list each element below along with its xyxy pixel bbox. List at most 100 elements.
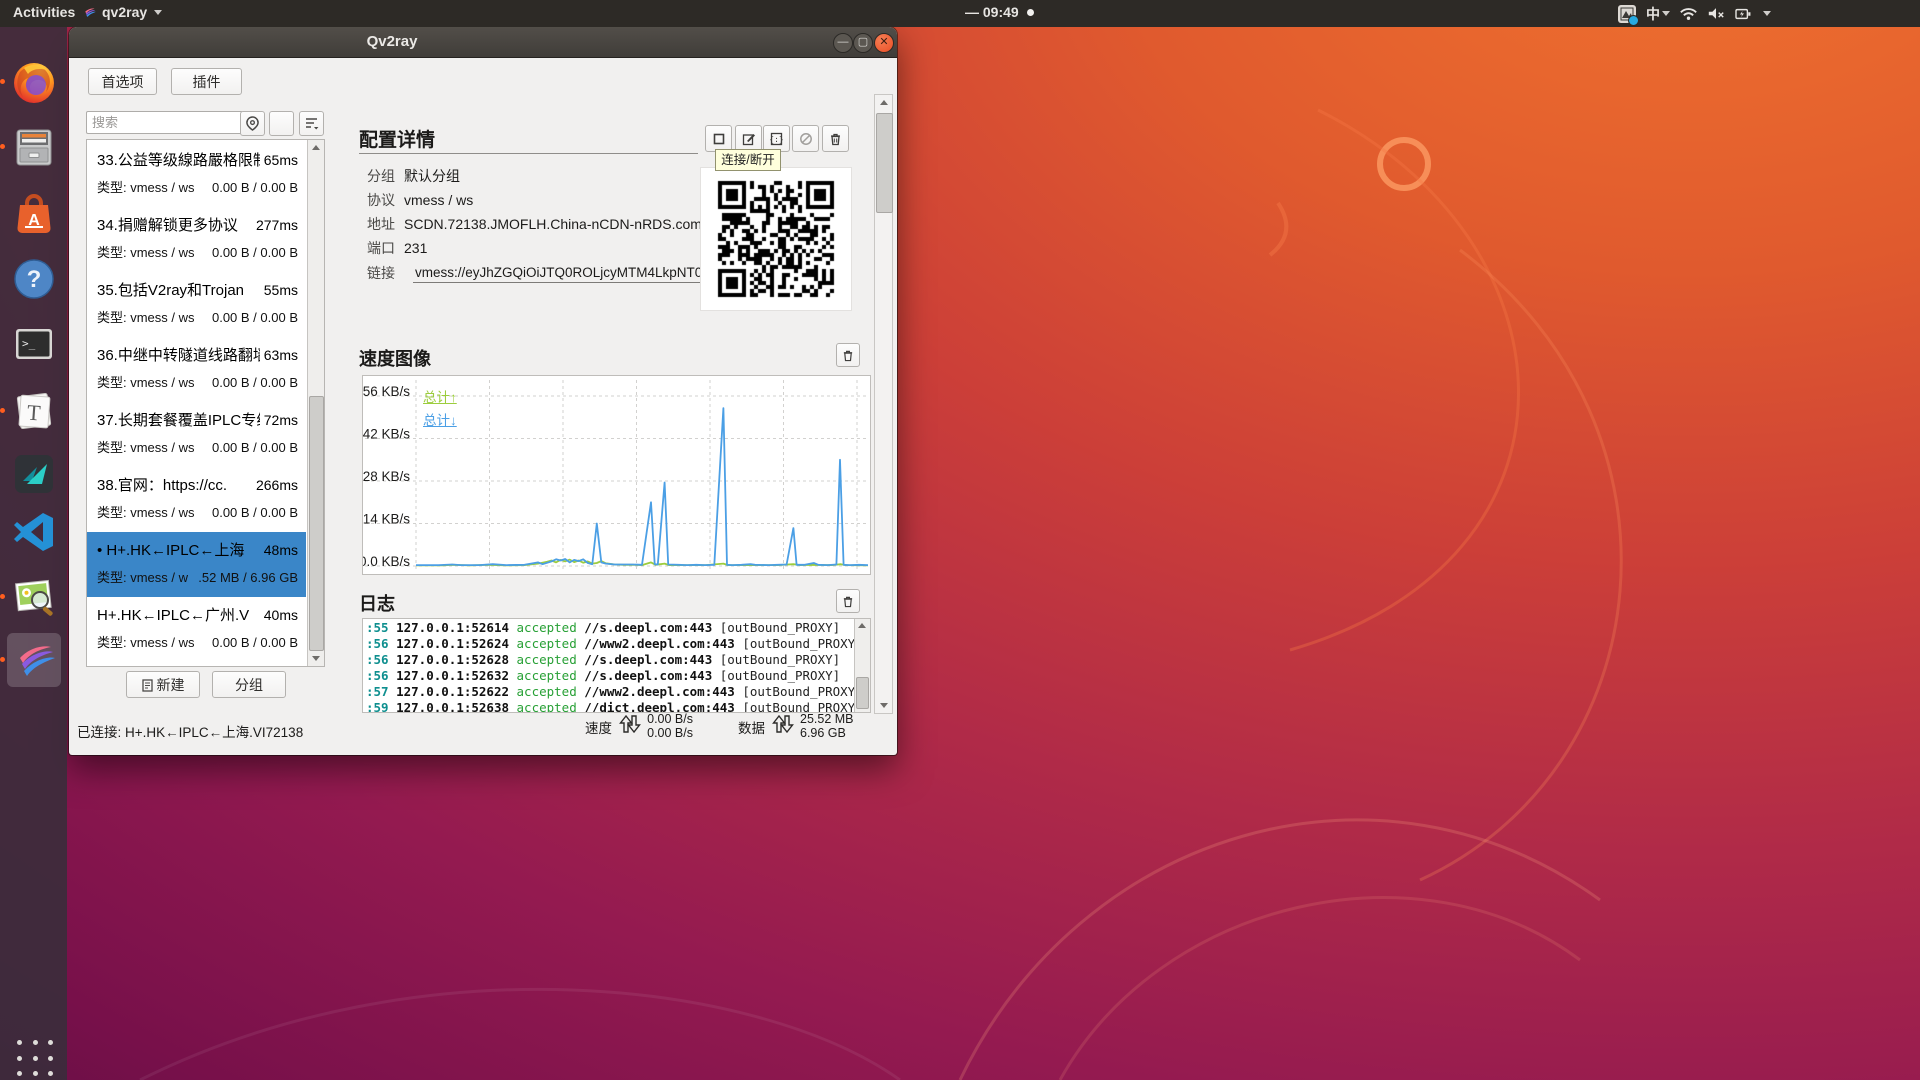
search-input[interactable] <box>86 111 243 134</box>
scroll-down-icon[interactable] <box>880 703 888 708</box>
edit-json-button[interactable]: {:} <box>763 125 790 152</box>
dock-item-files[interactable] <box>7 120 61 174</box>
new-server-button[interactable]: 新建 <box>126 671 200 698</box>
scrollbar-thumb[interactable] <box>856 677 869 709</box>
teal-arrows-icon <box>10 450 58 498</box>
scroll-down-icon[interactable] <box>312 656 320 661</box>
clock-button[interactable]: — 09:49 <box>965 4 1034 20</box>
log-line: :56 127.0.0.1:52624 accepted //www2.deep… <box>363 636 853 652</box>
dock-item-image-viewer[interactable] <box>7 570 61 624</box>
svg-text:T: T <box>26 400 42 426</box>
dock-item-vscode[interactable] <box>7 505 61 559</box>
dock-item-firefox[interactable] <box>7 55 61 109</box>
dock-item-help[interactable]: ? <box>7 252 61 306</box>
input-method-indicator[interactable]: 中 <box>1646 4 1670 24</box>
main-scrollbar[interactable] <box>874 94 893 714</box>
firefox-icon <box>10 58 58 106</box>
running-indicator <box>0 657 5 662</box>
wifi-icon[interactable] <box>1680 7 1697 21</box>
latency-test-button[interactable] <box>240 111 265 136</box>
chevron-down-icon <box>1662 11 1670 16</box>
dock-item-terminal[interactable]: >_ <box>7 317 61 371</box>
chevron-down-icon[interactable] <box>1763 11 1771 16</box>
screenshot-indicator-icon[interactable] <box>1618 5 1636 23</box>
app-menu-label: qv2ray <box>102 4 147 20</box>
server-item[interactable]: 37.长期套餐覆盖IPLC专线72ms类型: vmess / ws0.00 B … <box>87 402 306 467</box>
connect-disconnect-button[interactable] <box>705 125 732 152</box>
share-link-input[interactable] <box>413 263 718 283</box>
log-line: :57 127.0.0.1:52622 accepted //www2.deep… <box>363 684 853 700</box>
terminal-icon: >_ <box>10 320 58 368</box>
indicator-badge <box>1628 15 1639 26</box>
server-item[interactable]: 36.中继中转隧道线路翻墙63ms类型: vmess / ws0.00 B / … <box>87 337 306 402</box>
blank-tool-button[interactable] <box>269 111 294 136</box>
delete-config-button[interactable] <box>822 125 849 152</box>
detail-field: 分组默认分组 <box>367 166 460 186</box>
server-item[interactable]: 35.包括V2ray和Trojan55ms类型: vmess / ws0.00 … <box>87 272 306 337</box>
speed-chart: 56 KB/s42 KB/s28 KB/s14 KB/s0.0 KB/s 总计↑… <box>362 375 871 575</box>
preferences-button[interactable]: 首选项 <box>88 68 157 95</box>
log-panel[interactable]: :55 127.0.0.1:52614 accepted //s.deepl.c… <box>362 618 871 713</box>
clear-log-button[interactable] <box>836 589 860 613</box>
dock-item-text-editor[interactable]: T <box>7 384 61 438</box>
updown-arrows-icon <box>772 714 794 734</box>
svg-text:56 KB/s: 56 KB/s <box>363 384 410 399</box>
trash-icon <box>829 132 842 146</box>
server-item[interactable]: 38.官网：https://cc.266ms类型: vmess / ws0.00… <box>87 467 306 532</box>
link-label: 链接 <box>367 263 395 283</box>
sort-button[interactable] <box>299 111 324 136</box>
log-line: :56 127.0.0.1:52628 accepted //s.deepl.c… <box>363 652 853 668</box>
log-scrollbar[interactable] <box>854 619 870 712</box>
battery-icon[interactable] <box>1735 7 1751 21</box>
legend-total-up[interactable]: 总计↑ <box>423 386 457 406</box>
close-button[interactable]: ✕ <box>874 33 894 53</box>
server-list-panel: 33.公益等级線路嚴格限制65ms类型: vmess / ws0.00 B / … <box>86 139 325 667</box>
scroll-up-icon[interactable] <box>880 100 888 105</box>
trash-icon <box>842 595 854 608</box>
qv2ray-icon <box>10 636 58 684</box>
window-title: Qv2ray <box>327 27 457 57</box>
edit-config-button[interactable] <box>735 125 762 152</box>
group-button[interactable]: 分组 <box>212 671 286 698</box>
running-indicator <box>0 144 5 149</box>
dock-item-ubuntu-software[interactable]: A <box>7 188 61 242</box>
scrollbar-thumb[interactable] <box>309 396 324 651</box>
json-braces-icon: {:} <box>770 132 783 146</box>
scroll-up-icon[interactable] <box>858 623 866 628</box>
clock-label: — 09:49 <box>965 4 1019 20</box>
title-bar[interactable]: Qv2ray — ▢ ✕ <box>69 27 897 58</box>
details-title: 配置详情 <box>359 125 435 152</box>
svg-text:14 KB/s: 14 KB/s <box>363 512 410 527</box>
plugins-button[interactable]: 插件 <box>171 68 242 95</box>
detail-field: 地址SCDN.72138.JMOFLH.China-nCDN-nRDS.com <box>367 214 702 234</box>
server-item[interactable]: H+.HK←IPLC←广州.V40ms类型: vmess / ws0.00 B … <box>87 597 306 662</box>
dock-item-dev-tool[interactable] <box>7 447 61 501</box>
server-list: 33.公益等级線路嚴格限制65ms类型: vmess / ws0.00 B / … <box>87 142 308 667</box>
maximize-button[interactable]: ▢ <box>853 33 873 53</box>
svg-text:28 KB/s: 28 KB/s <box>363 469 410 484</box>
server-item[interactable]: 33.公益等级線路嚴格限制65ms类型: vmess / ws0.00 B / … <box>87 142 306 207</box>
qr-code <box>714 177 838 301</box>
activities-button[interactable]: Activities <box>13 4 75 20</box>
svg-text:0.0 KB/s: 0.0 KB/s <box>363 554 410 569</box>
log-section-title: 日志 <box>359 590 395 616</box>
server-list-scrollbar[interactable] <box>307 140 324 666</box>
speed-status-label: 速度 <box>585 717 612 737</box>
scroll-up-icon[interactable] <box>312 145 320 150</box>
show-applications-button[interactable] <box>14 1037 60 1083</box>
detail-field: 端口231 <box>367 238 427 258</box>
app-menu-button[interactable]: qv2ray <box>82 4 162 20</box>
text-editor-icon: T <box>10 387 58 435</box>
legend-total-down[interactable]: 总计↓ <box>423 409 457 429</box>
connection-status: 已连接: H+.HK←IPLC←上海.VI72138 <box>77 721 303 741</box>
scrollbar-thumb[interactable] <box>876 113 893 213</box>
running-indicator <box>0 408 5 413</box>
server-item[interactable]: • H+.HK←IPLC←上海48ms类型: vmess / w.52 MB /… <box>87 532 306 597</box>
log-line: :59 127.0.0.1:52638 accepted //dict.deep… <box>363 700 853 713</box>
minimize-button[interactable]: — <box>833 33 853 53</box>
dock-item-qv2ray[interactable] <box>7 633 61 687</box>
clear-graph-button[interactable] <box>836 343 860 367</box>
server-item[interactable]: H+.SG←IPLC←上海 <box>87 662 306 667</box>
volume-muted-icon[interactable] <box>1707 6 1725 21</box>
server-item[interactable]: 34.捐赠解锁更多协议277ms类型: vmess / ws0.00 B / 0… <box>87 207 306 272</box>
